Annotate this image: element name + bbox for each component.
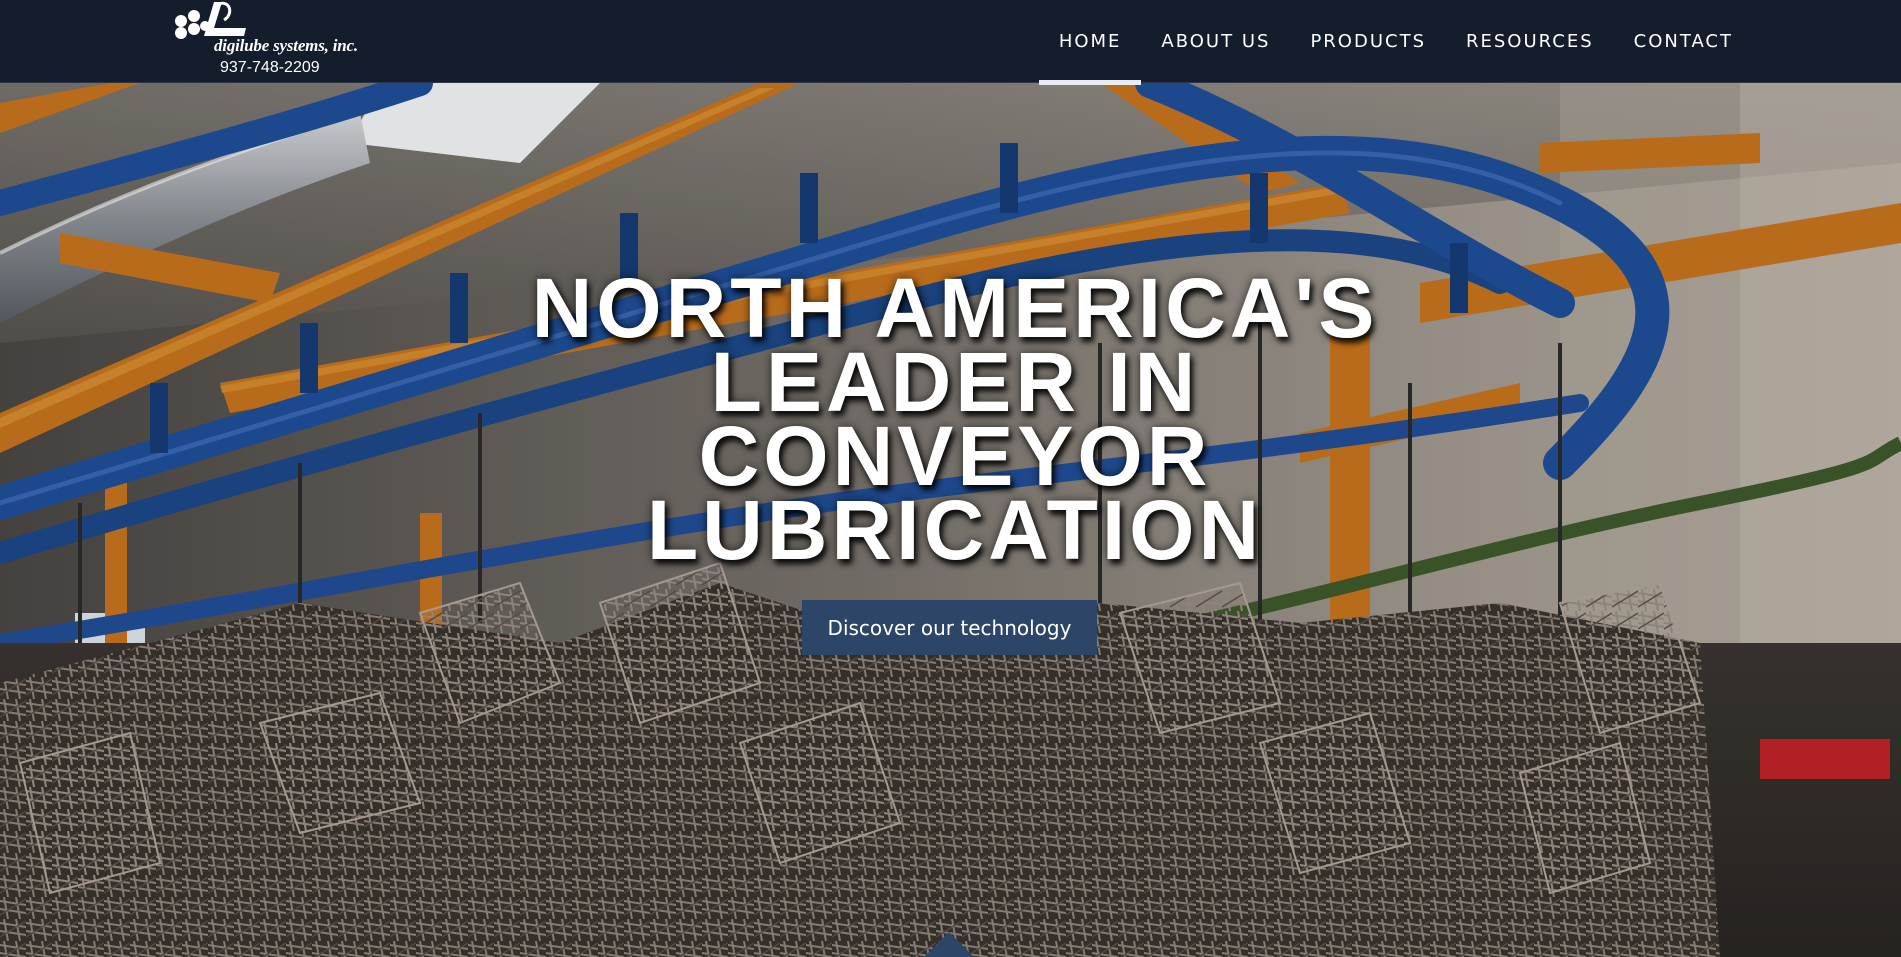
hero-title-line: LEADER IN [710,335,1200,429]
nav-about-us[interactable]: ABOUT US [1161,0,1270,83]
nav-contact[interactable]: CONTACT [1634,0,1733,83]
hero-section: NORTH AMERICA'S LEADER IN CONVEYOR LUBRI… [0,83,1901,957]
discover-technology-button[interactable]: Discover our technology [802,600,1097,655]
main-nav: HOME ABOUT US PRODUCTS RESOURCES CONTACT [1019,0,1733,85]
nav-home[interactable]: HOME [1038,0,1141,85]
nav-products[interactable]: PRODUCTS [1310,0,1426,83]
hero-title-line: NORTH AMERICA'S [531,261,1379,355]
brand-name: digilube systems, inc. [214,36,358,55]
hero-title-line: LUBRICATION [646,483,1264,577]
nav-resources[interactable]: RESOURCES [1466,0,1594,83]
hero-title: NORTH AMERICA'S LEADER IN CONVEYOR LUBRI… [450,261,1460,577]
logo-link[interactable]: digilube systems, inc. 937-748-2209 [170,0,370,80]
scroll-down-icon[interactable] [924,932,974,957]
site-header: digilube systems, inc. 937-748-2209 HOME… [0,0,1901,85]
brand-phone[interactable]: 937-748-2209 [220,59,320,77]
hero-title-line: CONVEYOR [698,409,1212,503]
